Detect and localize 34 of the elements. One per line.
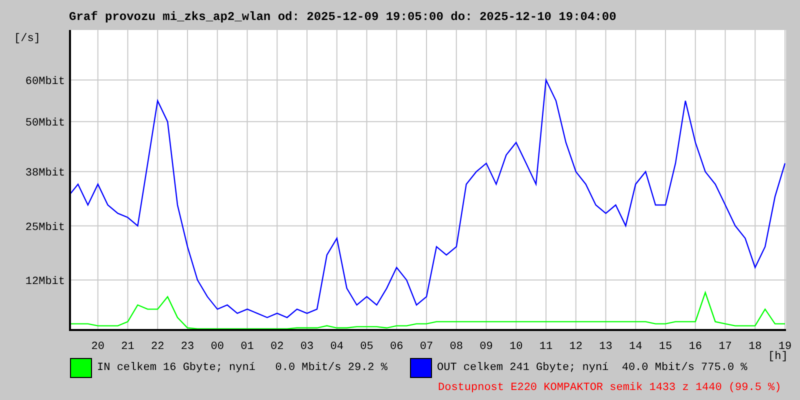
x-tick-label: 02 — [270, 341, 284, 353]
x-tick-label: 16 — [688, 341, 702, 353]
x-tick-label: 06 — [390, 341, 404, 353]
x-unit-label: [h] — [768, 351, 788, 363]
x-tick-label: 07 — [420, 341, 434, 353]
x-tick-label: 23 — [180, 341, 194, 353]
x-tick-label: 08 — [450, 341, 463, 353]
x-tick-label: 21 — [121, 341, 134, 353]
x-tick-label: 00 — [210, 341, 224, 353]
legend-text: OUT celkem 241 Gbyte; nyní 40.0 Mbit/s 775.0 % — [437, 362, 748, 374]
x-tick-label: 22 — [151, 341, 164, 353]
x-tick-label: 01 — [240, 341, 254, 353]
y-tick-label: 60Mbit — [25, 76, 65, 88]
x-tick-label: 17 — [718, 341, 732, 353]
y-tick-label: 12Mbit — [25, 276, 65, 288]
x-tick-label: 09 — [480, 341, 493, 353]
x-tick-label: 13 — [599, 341, 612, 353]
y-tick-label: 50Mbit — [25, 118, 65, 130]
chart-title: Graf provozu mi_zks_ap2_wlan od: 2025-12-09 19:05:00 do: 2025-12-10 19:04:00 — [68, 9, 618, 26]
x-tick-label: 03 — [300, 341, 314, 353]
availability-text: Dostupnost E220 KOMPAKTOR semik 1433 z 1440 (99.5 %) — [437, 382, 782, 394]
legend-text: IN celkem 16 Gbyte; nyní 0.0 Mbit/s 29.2 % — [97, 362, 388, 374]
x-tick-label: 18 — [748, 341, 762, 353]
x-tick-label: 14 — [629, 341, 642, 353]
x-tick-label: 12 — [569, 341, 582, 353]
x-tick-label: 05 — [360, 341, 374, 353]
x-tick-label: 10 — [510, 341, 523, 353]
y-tick-label: 25Mbit — [25, 222, 65, 234]
x-tick-label: 15 — [658, 341, 672, 353]
y-unit-label: [/s] — [14, 33, 40, 45]
x-tick-label: 04 — [330, 341, 344, 353]
y-tick-label: 38Mbit — [25, 168, 65, 180]
x-tick-label: 11 — [539, 341, 553, 353]
x-tick-label: 20 — [91, 341, 104, 353]
